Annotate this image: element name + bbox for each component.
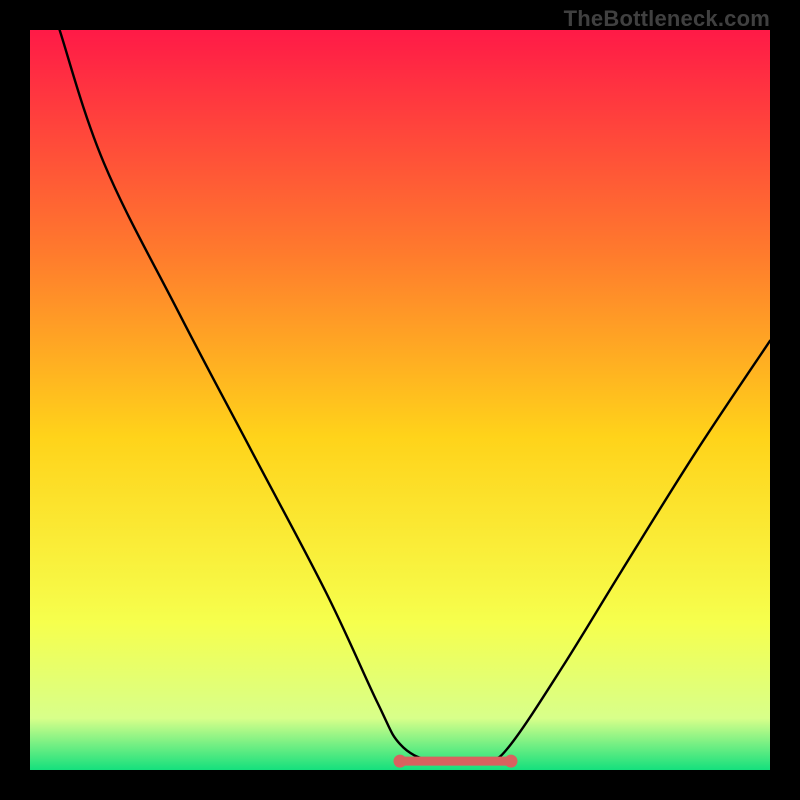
chart-svg — [30, 30, 770, 770]
chart-frame: { "watermark": "TheBottleneck.com", "col… — [0, 0, 800, 800]
gradient-background — [30, 30, 770, 770]
watermark-text: TheBottleneck.com — [564, 6, 770, 32]
marker-dot-right — [505, 755, 518, 768]
plot-area — [30, 30, 770, 770]
marker-dot-left — [394, 755, 407, 768]
